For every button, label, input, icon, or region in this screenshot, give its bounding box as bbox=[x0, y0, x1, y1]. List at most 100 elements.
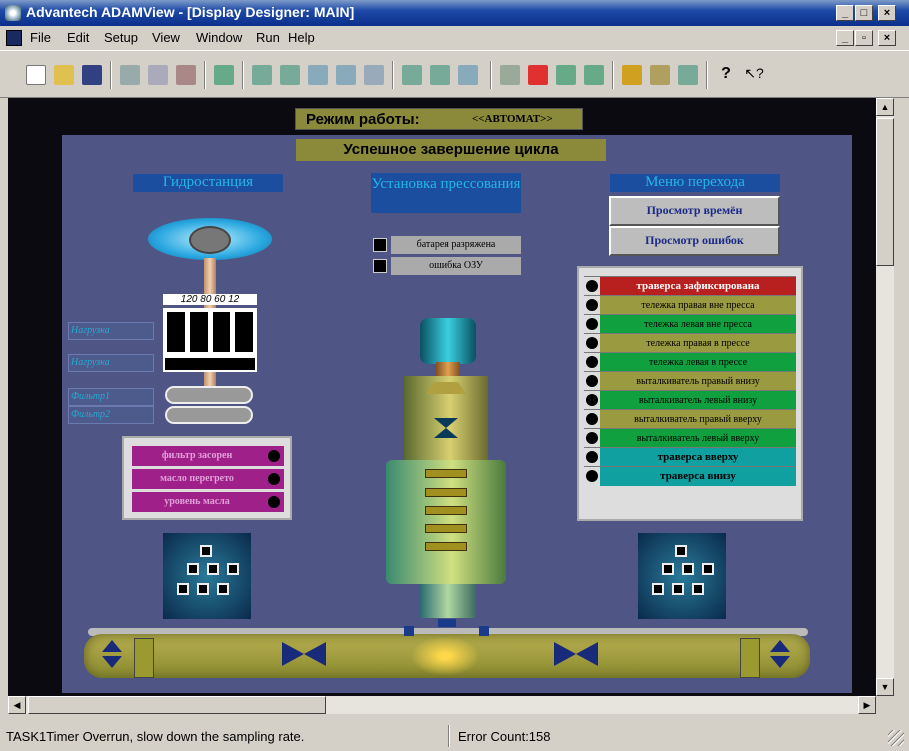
press-cylinder-cap bbox=[420, 318, 476, 364]
hydro-alarm-row: уровень масла bbox=[132, 492, 284, 512]
copy-icon[interactable] bbox=[148, 65, 168, 85]
scroll-left-button[interactable]: ◀ bbox=[8, 696, 26, 714]
press-plate bbox=[425, 469, 467, 478]
scroll-right-button[interactable]: ▶ bbox=[858, 696, 876, 714]
status-row: выталкиватель левый внизу bbox=[584, 390, 796, 410]
status-lamp bbox=[586, 394, 598, 406]
horizontal-scrollbar[interactable]: ◀ ▶ bbox=[8, 696, 876, 714]
context-help-icon[interactable]: ↖? bbox=[744, 65, 764, 85]
task-icon[interactable] bbox=[556, 65, 576, 85]
monitor-icon[interactable] bbox=[678, 65, 698, 85]
open-icon[interactable] bbox=[54, 65, 74, 85]
status-lamp bbox=[586, 375, 598, 387]
filter-2-label: Фильтр2 bbox=[68, 406, 154, 424]
separator bbox=[612, 61, 614, 89]
status-label: выталкиватель левый внизу bbox=[600, 390, 796, 410]
right-up-down-arrows-icon[interactable] bbox=[766, 640, 794, 672]
menu-bar: File Edit Setup View Window Run Help _ ▫… bbox=[0, 26, 909, 50]
status-row: траверса внизу bbox=[584, 466, 796, 486]
menu-window[interactable]: Window bbox=[196, 30, 242, 45]
status-lamp bbox=[586, 356, 598, 368]
key-icon[interactable] bbox=[650, 65, 670, 85]
view-errors-button[interactable]: Просмотр ошибок bbox=[609, 226, 780, 256]
resize-grip-icon[interactable] bbox=[888, 730, 904, 746]
grid-cell bbox=[227, 563, 239, 575]
status-label: тележка левая в прессе bbox=[600, 352, 796, 372]
error-count: Error Count:158 bbox=[458, 729, 551, 744]
align-bottom-icon[interactable] bbox=[336, 65, 356, 85]
hydro-alarm-panel: фильтр засорен масло перегрето уровень м… bbox=[122, 436, 292, 520]
help-icon[interactable]: ? bbox=[716, 65, 736, 85]
view-times-button[interactable]: Просмотр времён bbox=[609, 196, 780, 226]
doc-restore-button[interactable]: ▫ bbox=[855, 30, 873, 46]
minimize-button[interactable]: _ bbox=[836, 5, 854, 21]
press-unit-title: Установка прессования bbox=[371, 173, 521, 213]
paste-icon[interactable] bbox=[176, 65, 196, 85]
figure-icon[interactable] bbox=[528, 65, 548, 85]
status-row: тележка левая вне пресса bbox=[584, 314, 796, 334]
insert-icon[interactable] bbox=[214, 65, 234, 85]
status-row: тележка правая вне пресса bbox=[584, 295, 796, 315]
title-bar: Advantech ADAMView - [Display Designer: … bbox=[0, 0, 909, 26]
grid-cell bbox=[702, 563, 714, 575]
mode-value: <<АВТОМАТ>> bbox=[472, 113, 553, 125]
sensor-marker bbox=[404, 626, 414, 636]
save-icon[interactable] bbox=[82, 65, 102, 85]
status-label: траверса вверху bbox=[600, 447, 796, 467]
press-lower-body bbox=[386, 460, 506, 584]
status-label: выталкиватель правый внизу bbox=[600, 371, 796, 391]
hydro-station-title: Гидростанция bbox=[133, 174, 283, 192]
status-lamp bbox=[586, 413, 598, 425]
status-row: выталкиватель левый вверху bbox=[584, 428, 796, 448]
load-label-2: Нагрузка bbox=[68, 354, 154, 372]
filter-clogged-label: фильтр засорен bbox=[161, 450, 233, 461]
status-row: траверса зафиксирована bbox=[584, 276, 796, 296]
doc-minimize-button[interactable]: _ bbox=[836, 30, 854, 46]
left-panel-grid-icon[interactable] bbox=[163, 533, 251, 619]
press-neck bbox=[436, 362, 460, 376]
doc-close-button[interactable]: × bbox=[878, 30, 896, 46]
space-v-icon[interactable] bbox=[430, 65, 450, 85]
new-icon[interactable] bbox=[26, 65, 46, 85]
align-top-icon[interactable] bbox=[308, 65, 328, 85]
menu-run[interactable]: Run bbox=[256, 30, 280, 45]
scroll-down-button[interactable]: ▼ bbox=[876, 678, 894, 696]
filter-1-label: Фильтр1 bbox=[68, 388, 154, 406]
separator bbox=[706, 61, 708, 89]
scroll-thumb[interactable] bbox=[876, 118, 894, 266]
menu-edit[interactable]: Edit bbox=[67, 30, 89, 45]
left-up-down-arrows-icon[interactable] bbox=[98, 640, 126, 672]
close-button[interactable]: × bbox=[878, 5, 896, 21]
menu-help[interactable]: Help bbox=[288, 30, 315, 45]
alarm-lamp bbox=[268, 473, 280, 485]
scroll-up-button[interactable]: ▲ bbox=[876, 98, 894, 116]
right-panel-grid-icon[interactable] bbox=[638, 533, 726, 619]
align-right-icon[interactable] bbox=[280, 65, 300, 85]
grid-cell bbox=[207, 563, 219, 575]
menu-file[interactable]: File bbox=[30, 30, 51, 45]
menu-setup[interactable]: Setup bbox=[104, 30, 138, 45]
mode-label: Режим работы: bbox=[306, 111, 420, 128]
battery-status-lamp bbox=[373, 238, 387, 252]
menu-view[interactable]: View bbox=[152, 30, 180, 45]
maximize-button[interactable]: □ bbox=[855, 5, 873, 21]
space-h-icon[interactable] bbox=[402, 65, 422, 85]
stop-icon[interactable] bbox=[584, 65, 604, 85]
grid-icon[interactable] bbox=[458, 65, 478, 85]
scroll-thumb[interactable] bbox=[28, 696, 326, 714]
status-lamp bbox=[586, 470, 598, 482]
status-bar: TASK1Timer Overrun, slow down the sampli… bbox=[0, 722, 909, 751]
run-icon[interactable] bbox=[500, 65, 520, 85]
align-left-icon[interactable] bbox=[252, 65, 272, 85]
hydro-alarm-row: масло перегрето bbox=[132, 469, 284, 489]
grid-cell bbox=[177, 583, 189, 595]
status-label: выталкиватель правый вверху bbox=[600, 409, 796, 429]
press-plate bbox=[425, 506, 467, 515]
align-center-icon[interactable] bbox=[364, 65, 384, 85]
lock-icon[interactable] bbox=[622, 65, 642, 85]
alarm-lamp bbox=[268, 496, 280, 508]
grid-cell bbox=[200, 545, 212, 557]
separator bbox=[110, 61, 112, 89]
cut-icon[interactable] bbox=[120, 65, 140, 85]
vertical-scrollbar[interactable]: ▲ ▼ bbox=[876, 98, 894, 696]
